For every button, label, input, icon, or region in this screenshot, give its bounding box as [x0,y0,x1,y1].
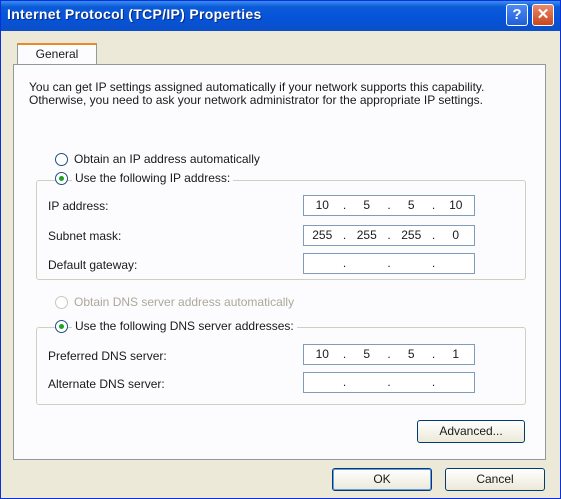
adns-octet-1 [304,373,341,392]
use-dns-manual-label[interactable]: Use the following DNS server addresses: [72,319,297,333]
alternate-dns-label: Alternate DNS server: [48,377,165,391]
subnet-octet-1: 255 [312,228,333,242]
ip-octet-4: 10 [449,198,463,212]
gateway-octet-3 [393,254,430,273]
pdns-octet-4: 1 [452,347,460,361]
ip-address-label: IP address: [48,199,109,213]
help-icon: ? [512,6,522,23]
obtain-dns-auto-label[interactable]: Obtain DNS server address automatically [74,295,294,309]
close-button[interactable]: ✕ [532,4,554,26]
gateway-octet-2 [349,254,386,273]
adns-octet-3 [393,373,430,392]
subnet-octet-4: 0 [452,228,460,242]
default-gateway-label: Default gateway: [48,258,138,272]
tab-general[interactable]: General [17,43,97,65]
cancel-button[interactable]: Cancel [445,468,545,491]
subnet-octet-2: 255 [356,228,377,242]
ip-address-field[interactable]: 10. 5. 5. 10 [303,195,475,216]
gateway-octet-4 [438,254,475,273]
subnet-mask-field[interactable]: 255. 255. 255. 0 [303,225,475,246]
close-icon: ✕ [536,6,550,23]
general-tab-page: You can get IP settings assigned automat… [13,64,546,460]
advanced-button[interactable]: Advanced... [417,420,525,443]
use-ip-manual-label[interactable]: Use the following IP address: [72,171,234,185]
obtain-ip-auto-radio[interactable] [55,153,68,166]
dns-server-group [36,327,526,405]
preferred-dns-field[interactable]: 10. 5. 5. 1 [303,344,475,365]
adns-octet-4 [438,373,475,392]
adns-octet-2 [349,373,386,392]
default-gateway-field[interactable]: . . . [303,253,475,274]
title-bar[interactable]: Internet Protocol (TCP/IP) Properties ? … [1,1,560,31]
description-text: You can get IP settings assigned automat… [29,80,485,107]
obtain-dns-auto-radio[interactable] [55,296,68,309]
window-title: Internet Protocol (TCP/IP) Properties [7,6,262,22]
ip-octet-3: 5 [407,198,415,212]
alternate-dns-field[interactable]: . . . [303,372,475,393]
pdns-octet-2: 5 [363,347,371,361]
gateway-octet-1 [304,254,341,273]
obtain-ip-auto-label[interactable]: Obtain an IP address automatically [74,152,260,166]
pdns-octet-1: 10 [315,347,329,361]
pdns-octet-3: 5 [407,347,415,361]
ok-button[interactable]: OK [332,468,432,491]
use-ip-manual-radio[interactable] [55,172,68,185]
dialog-window: Internet Protocol (TCP/IP) Properties ? … [0,0,561,499]
use-dns-manual-radio[interactable] [55,320,68,333]
subnet-mask-label: Subnet mask: [48,229,122,243]
help-button[interactable]: ? [506,4,528,26]
subnet-octet-3: 255 [401,228,422,242]
preferred-dns-label: Preferred DNS server: [48,349,167,363]
ip-octet-2: 5 [363,198,371,212]
ip-octet-1: 10 [315,198,329,212]
